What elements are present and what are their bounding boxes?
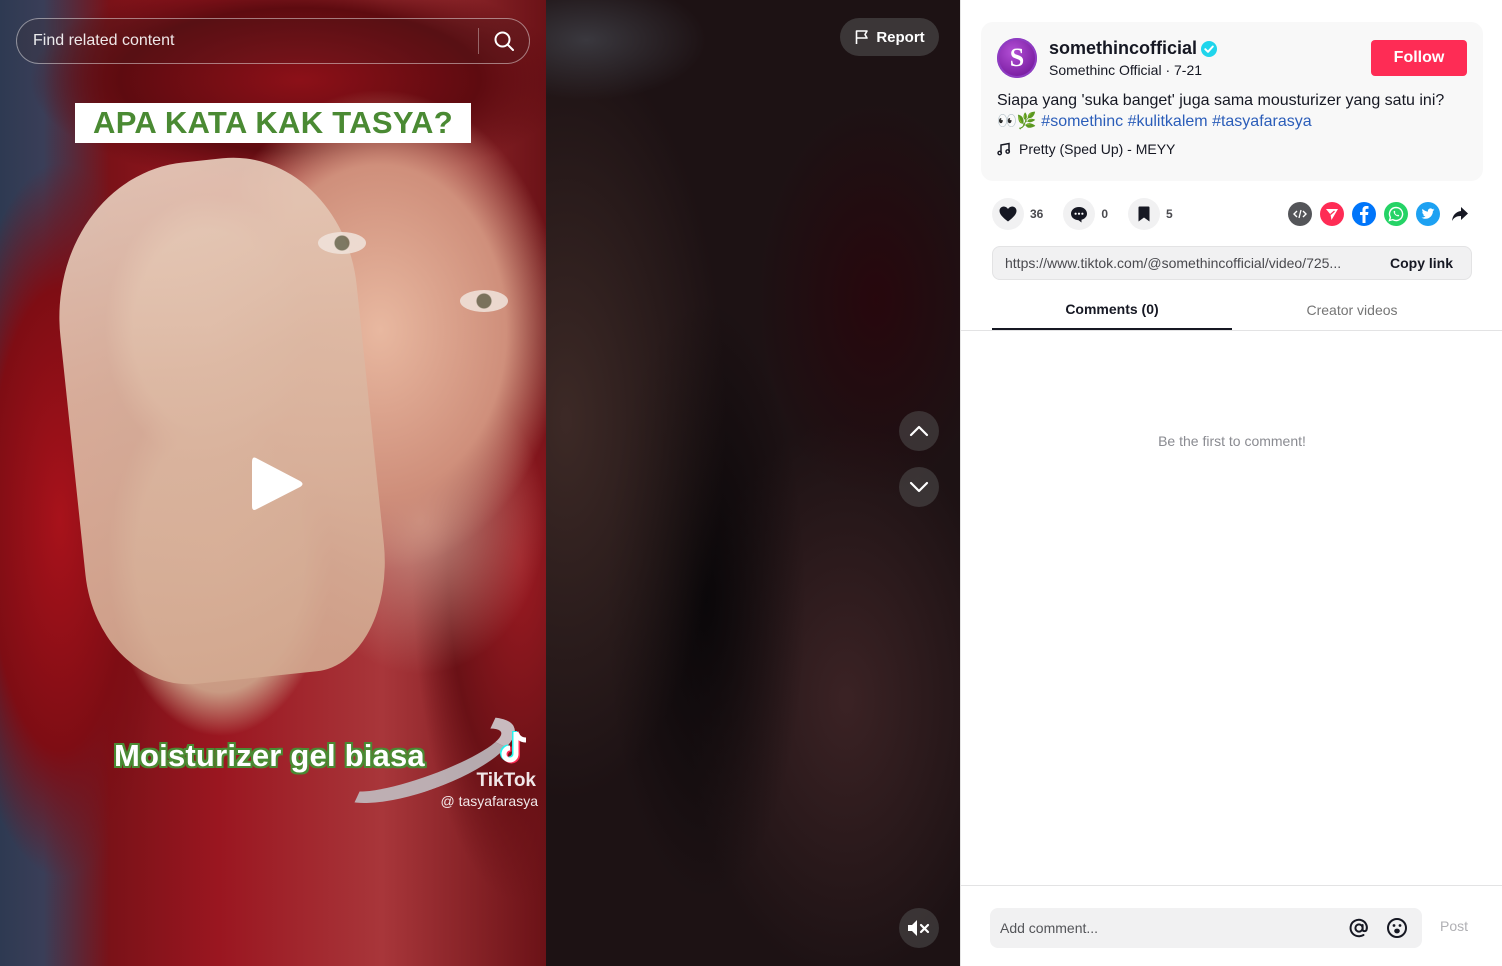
video-content-hand	[43, 145, 397, 695]
comment-footer: Post	[961, 885, 1502, 966]
like-count: 36	[1030, 207, 1044, 221]
search-icon	[494, 31, 514, 51]
favorite-count: 5	[1166, 207, 1173, 221]
comment-button-circle	[1063, 198, 1096, 230]
tab-comments[interactable]: Comments (0)	[992, 290, 1232, 330]
speaker-muted-icon	[908, 920, 930, 936]
related-search-input[interactable]	[17, 19, 478, 63]
comment-input[interactable]	[1000, 920, 1346, 936]
author-display-name-date: Somethinc Official · 7-21	[1049, 62, 1203, 78]
watermark-brand: TikTok	[476, 770, 536, 791]
comment-input-box	[990, 908, 1422, 948]
video-blurred-background	[546, 0, 960, 966]
comment-button[interactable]: 0	[1063, 198, 1108, 230]
favorite-button-circle	[1128, 198, 1161, 230]
video-link-box: https://www.tiktok.com/@somethincofficia…	[992, 246, 1472, 280]
facebook-icon	[1360, 206, 1369, 223]
description-text: Siapa yang 'suka banget' juga sama moust…	[997, 92, 1445, 109]
verified-badge-icon	[1201, 40, 1218, 57]
empty-comments-message: Be the first to comment!	[1158, 433, 1306, 449]
copy-link-button[interactable]: Copy link	[1372, 255, 1471, 271]
comment-count: 0	[1101, 207, 1109, 221]
share-twitter-button[interactable]	[1416, 202, 1440, 226]
unmute-button[interactable]	[899, 908, 939, 948]
tiktok-video-page: APA KATA KAK TASYA? Moisturizer gel bias…	[0, 0, 1502, 966]
next-video-button[interactable]	[899, 467, 939, 507]
author-name-row: somethincofficial	[1049, 38, 1371, 59]
share-arrow-icon	[1452, 207, 1468, 221]
video-player-area: APA KATA KAK TASYA? Moisturizer gel bias…	[0, 0, 960, 966]
like-button[interactable]: 36	[992, 198, 1043, 230]
play-icon	[252, 457, 303, 510]
video-url[interactable]: https://www.tiktok.com/@somethincofficia…	[1005, 255, 1372, 271]
like-button-circle	[992, 198, 1024, 230]
description-card: S somethincofficial Somethinc Official ·…	[981, 22, 1483, 181]
heart-icon	[999, 206, 1017, 222]
search-button[interactable]	[479, 19, 529, 63]
video-description: Siapa yang 'suka banget' juga sama moust…	[997, 90, 1467, 132]
video-content-eye	[460, 290, 508, 312]
play-button[interactable]	[248, 452, 308, 516]
previous-video-button[interactable]	[899, 411, 939, 451]
tiktok-logo-icon	[500, 731, 527, 764]
share-icons	[1288, 202, 1472, 226]
share-facebook-button[interactable]	[1352, 202, 1376, 226]
at-mention-icon	[1349, 918, 1368, 938]
twitter-icon	[1421, 208, 1435, 219]
comment-bubble-icon	[1071, 206, 1088, 222]
chevron-down-icon	[909, 481, 929, 493]
music-title: Pretty (Sped Up) - MEYY	[1019, 141, 1176, 157]
video-detail-panel: S somethincofficial Somethinc Official ·…	[960, 0, 1502, 966]
send-to-friends-button[interactable]	[1320, 202, 1344, 226]
related-search-bar	[16, 18, 530, 64]
embed-code-icon	[1293, 209, 1307, 219]
music-note-icon	[997, 142, 1011, 156]
video-frame[interactable]: APA KATA KAK TASYA? Moisturizer gel bias…	[0, 0, 546, 966]
emoji-button[interactable]	[1384, 915, 1410, 941]
hashtag-link[interactable]: #tasyafarasya	[1212, 113, 1312, 130]
music-link[interactable]: Pretty (Sped Up) - MEYY	[997, 141, 1467, 157]
tab-creator-videos[interactable]: Creator videos	[1232, 290, 1472, 330]
mention-button[interactable]	[1346, 915, 1372, 941]
author-info: somethincofficial Somethinc Official · 7…	[1049, 38, 1371, 78]
description-emoji: 👀🌿	[997, 113, 1037, 130]
more-share-button[interactable]	[1448, 202, 1472, 226]
favorite-button[interactable]: 5	[1128, 198, 1173, 230]
watermark-handle: @ tasyafarasya	[440, 793, 538, 809]
emoji-face-icon	[1387, 918, 1407, 938]
video-content-eye	[318, 232, 366, 254]
hashtag-link[interactable]: #kulitkalem	[1128, 113, 1208, 130]
hashtag-link[interactable]: #somethinc	[1041, 113, 1123, 130]
video-overlay-caption: Moisturizer gel biasa	[114, 738, 425, 773]
video-overlay-title: APA KATA KAK TASYA?	[75, 103, 471, 143]
author-row: S somethincofficial Somethinc Official ·…	[997, 38, 1467, 78]
report-label: Report	[876, 28, 925, 46]
chevron-up-icon	[909, 425, 929, 437]
tiktok-watermark: TikTok @ tasyafarasya	[430, 730, 542, 809]
report-button[interactable]: Report	[840, 18, 939, 56]
panel-tabs: Comments (0) Creator videos	[961, 290, 1502, 331]
flag-icon	[856, 30, 869, 44]
whatsapp-icon	[1388, 206, 1404, 222]
author-username[interactable]: somethincofficial	[1049, 38, 1197, 59]
author-avatar[interactable]: S	[997, 38, 1037, 78]
embed-button[interactable]	[1288, 202, 1312, 226]
share-whatsapp-button[interactable]	[1384, 202, 1408, 226]
send-paper-plane-icon	[1326, 209, 1338, 220]
bookmark-icon	[1138, 206, 1150, 222]
engagement-actions: 36 0 5	[992, 196, 1472, 232]
follow-button[interactable]: Follow	[1371, 40, 1467, 76]
post-comment-button[interactable]: Post	[1440, 918, 1468, 934]
